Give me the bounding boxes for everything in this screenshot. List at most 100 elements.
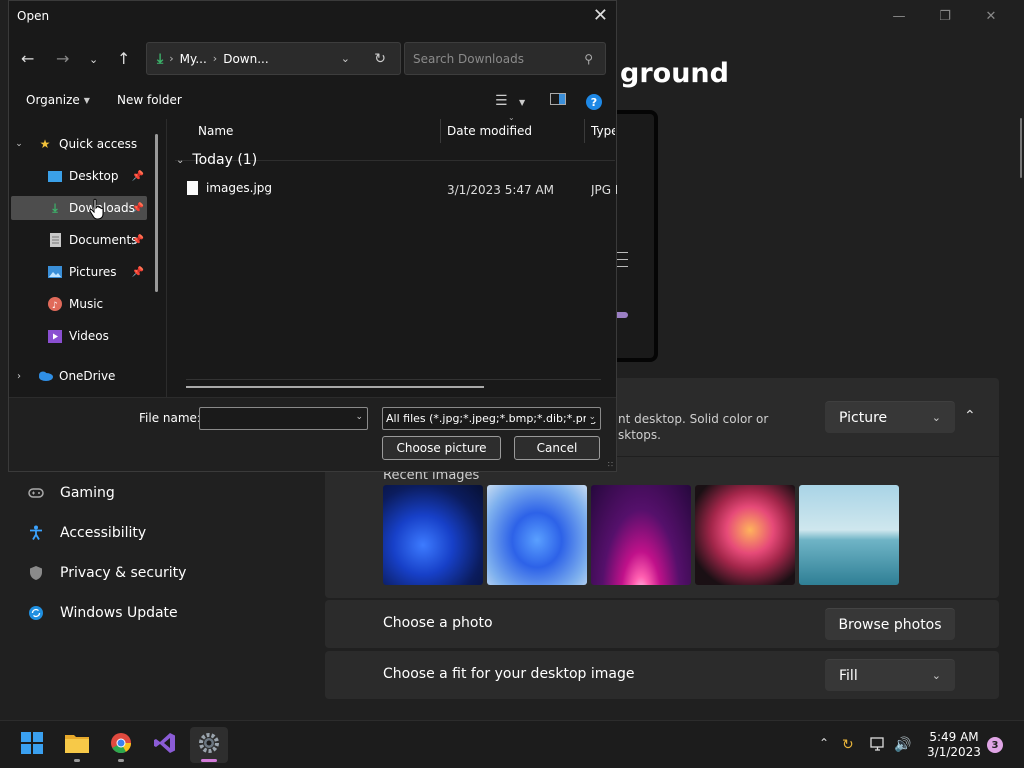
tree-item-pictures[interactable]: Pictures 📌 xyxy=(11,260,147,284)
column-header-type[interactable]: Type xyxy=(591,124,615,138)
scrollbar[interactable] xyxy=(1020,118,1022,178)
accessibility-icon xyxy=(28,525,44,541)
recent-locations-chevron-icon[interactable]: ⌄ xyxy=(89,53,98,66)
page-title: ground xyxy=(620,58,729,89)
update-icon xyxy=(28,605,44,621)
recent-image[interactable] xyxy=(695,485,795,585)
nav-item-privacy[interactable]: Privacy & security xyxy=(28,565,186,581)
recent-image[interactable] xyxy=(799,485,899,585)
expand-chevron-icon[interactable]: › xyxy=(11,371,27,382)
gamepad-icon xyxy=(28,485,44,501)
tree-item-downloads[interactable]: ⤓ Downloads 📌 xyxy=(11,196,147,220)
pin-icon[interactable]: 📌 xyxy=(132,267,144,278)
taskbar-chrome[interactable] xyxy=(102,727,140,763)
new-folder-button[interactable]: New folder xyxy=(117,93,182,107)
view-list-icon[interactable]: ☰ xyxy=(495,93,508,109)
column-separator[interactable] xyxy=(584,119,585,143)
column-header-date[interactable]: Date modified xyxy=(447,124,532,138)
file-icon xyxy=(187,181,198,195)
close-button[interactable]: ✕ xyxy=(968,4,1014,28)
network-icon[interactable] xyxy=(870,737,886,755)
tree-item-videos[interactable]: Videos xyxy=(11,324,147,348)
minimize-button[interactable]: — xyxy=(876,4,922,28)
notification-badge[interactable]: 3 xyxy=(987,737,1003,753)
up-arrow-icon[interactable]: ↑ xyxy=(117,49,130,68)
fit-value: Fill xyxy=(839,667,858,684)
column-separator[interactable] xyxy=(440,119,441,143)
chevron-up-icon[interactable]: ⌃ xyxy=(964,408,976,424)
taskbar-file-explorer[interactable] xyxy=(58,727,96,763)
download-icon: ⤓ xyxy=(157,50,164,67)
file-name: images.jpg xyxy=(206,181,273,195)
folder-icon xyxy=(65,733,89,757)
search-icon: ⚲ xyxy=(584,51,593,66)
nav-item-accessibility[interactable]: Accessibility xyxy=(28,525,146,541)
breadcrumb-item[interactable]: My... xyxy=(180,52,207,66)
fit-dropdown[interactable]: Fill ⌄ xyxy=(825,659,955,691)
help-icon[interactable]: ? xyxy=(586,94,602,110)
caret-down-icon: ▼ xyxy=(83,95,90,105)
preview-pane-icon[interactable] xyxy=(550,93,566,109)
file-row[interactable]: images.jpg xyxy=(187,181,272,195)
chevron-down-icon[interactable]: ⌄ xyxy=(341,52,350,65)
breadcrumb-item[interactable]: Down... xyxy=(223,52,268,66)
browse-photos-button[interactable]: Browse photos xyxy=(825,608,955,640)
sort-chevron-icon: ⌄ xyxy=(508,113,515,122)
recent-image[interactable] xyxy=(383,485,483,585)
windows-logo-icon xyxy=(21,732,43,758)
pin-icon[interactable]: 📌 xyxy=(132,171,144,182)
address-bar[interactable]: ⤓ › My... › Down... ⌄ ↻ xyxy=(146,42,401,75)
tree-item-documents[interactable]: Documents 📌 xyxy=(11,228,147,252)
refresh-icon[interactable]: ↻ xyxy=(374,51,386,67)
window-controls: — ❐ ✕ xyxy=(876,4,1014,28)
file-type-filter[interactable]: All files (*.jpg;*.jpeg;*.bmp;*.dib;*.pn… xyxy=(382,407,601,430)
volume-icon[interactable]: 🔊 xyxy=(894,737,911,753)
clock[interactable]: 5:49 AM 3/1/2023 xyxy=(926,730,982,760)
running-indicator xyxy=(118,759,124,762)
start-button[interactable] xyxy=(13,727,51,763)
choose-picture-button[interactable]: Choose picture xyxy=(382,436,501,460)
back-arrow-icon[interactable]: ← xyxy=(21,49,34,68)
background-type-value: Picture xyxy=(839,409,888,426)
column-header-name[interactable]: Name xyxy=(198,124,233,138)
dialog-title: Open xyxy=(17,9,50,23)
recent-image[interactable] xyxy=(487,485,587,585)
search-placeholder: Search Downloads xyxy=(413,51,524,66)
chevron-down-icon[interactable]: ⌄ xyxy=(355,412,363,422)
tree-item-quick-access[interactable]: ⌄ ★ Quick access xyxy=(11,132,151,156)
forward-arrow-icon[interactable]: → xyxy=(56,49,69,68)
visual-studio-icon xyxy=(154,732,176,758)
close-icon[interactable]: ✕ xyxy=(593,5,608,26)
recent-image[interactable] xyxy=(591,485,691,585)
sync-icon[interactable]: ↻ xyxy=(842,737,854,753)
taskbar-visual-studio[interactable] xyxy=(146,727,184,763)
organize-button[interactable]: Organize ▼ xyxy=(26,93,90,107)
tree-item-desktop[interactable]: Desktop 📌 xyxy=(11,164,147,188)
breadcrumb-separator: › xyxy=(169,52,174,65)
background-description: nt desktop. Solid color or sktops. xyxy=(618,412,769,442)
nav-item-windows-update[interactable]: Windows Update xyxy=(28,605,178,621)
music-icon: ♪ xyxy=(47,297,63,311)
pin-icon[interactable]: 📌 xyxy=(132,203,144,214)
collapse-chevron-icon[interactable]: ⌄ xyxy=(176,155,184,166)
tree-label: Pictures xyxy=(69,265,117,279)
search-input[interactable]: Search Downloads ⚲ xyxy=(404,42,606,75)
pin-icon[interactable]: 📌 xyxy=(132,235,144,246)
pane-divider xyxy=(166,119,167,397)
chevron-down-icon[interactable]: ⌄ xyxy=(586,412,596,422)
tree-item-onedrive[interactable]: › OneDrive xyxy=(11,364,151,388)
nav-item-gaming[interactable]: Gaming xyxy=(28,485,115,501)
expand-chevron-icon[interactable]: ⌄ xyxy=(11,139,27,149)
group-header[interactable]: ⌄ Today (1) xyxy=(176,152,257,168)
resize-grip-icon[interactable]: ∷ xyxy=(608,460,613,469)
horizontal-scrollbar[interactable] xyxy=(186,386,484,388)
file-name-input[interactable]: ⌄ xyxy=(199,407,368,430)
tree-item-music[interactable]: ♪ Music xyxy=(11,292,147,316)
tree-scrollbar[interactable] xyxy=(155,134,158,292)
maximize-button[interactable]: ❐ xyxy=(922,4,968,28)
cancel-button[interactable]: Cancel xyxy=(514,436,600,460)
caret-down-icon[interactable]: ▼ xyxy=(519,98,525,107)
background-type-dropdown[interactable]: Picture ⌄ xyxy=(825,401,955,433)
taskbar-settings[interactable] xyxy=(190,727,228,763)
chevron-up-icon[interactable]: ⌃ xyxy=(819,736,829,750)
